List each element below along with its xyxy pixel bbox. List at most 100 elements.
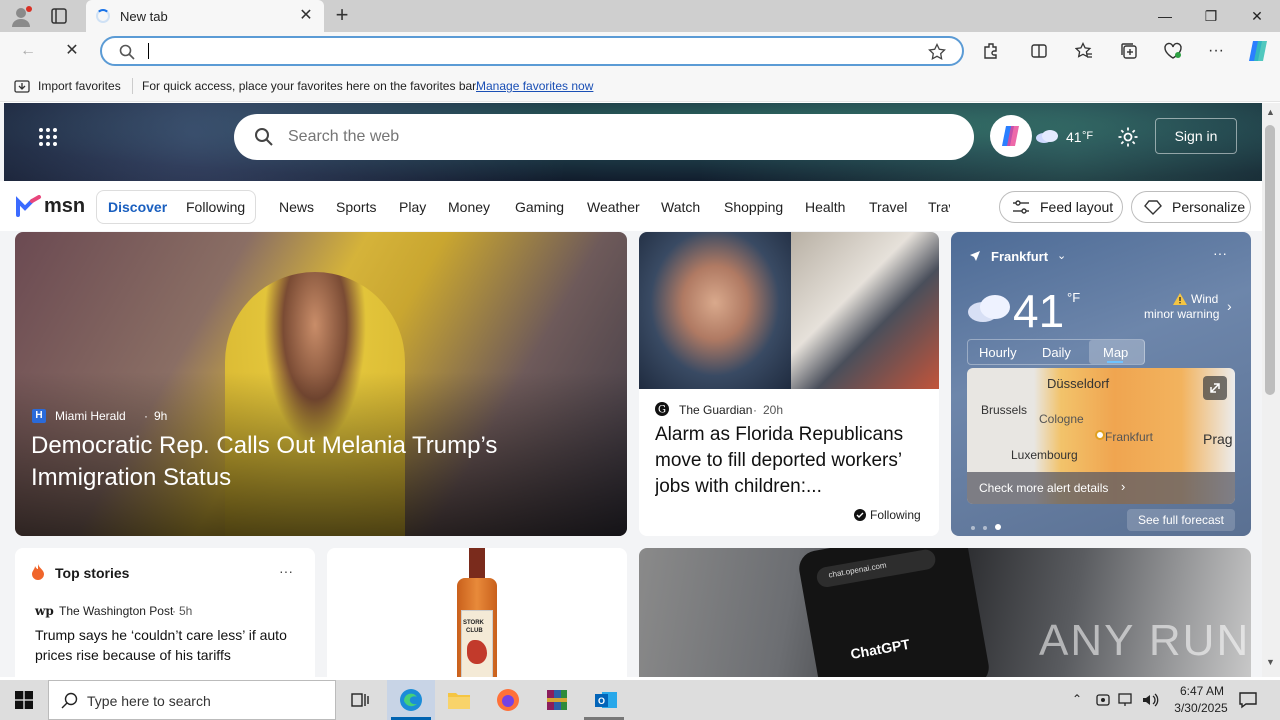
nav-play[interactable]: Play bbox=[399, 199, 426, 215]
file-explorer-icon[interactable] bbox=[447, 689, 471, 711]
nav-health[interactable]: Health bbox=[805, 199, 845, 215]
scroll-up-icon[interactable]: ▲ bbox=[1266, 107, 1275, 117]
weather-city[interactable]: Frankfurt bbox=[991, 249, 1048, 264]
chevron-down-icon[interactable]: ⌄ bbox=[1057, 249, 1066, 262]
feed-layout-button[interactable]: Feed layout bbox=[999, 191, 1123, 223]
browser-essentials-icon[interactable] bbox=[1163, 42, 1183, 60]
msn-search-input[interactable] bbox=[288, 127, 928, 147]
tab-discover[interactable]: Discover bbox=[108, 199, 167, 215]
weather-card[interactable]: Frankfurt ⌄ ··· 41 °F Wind minor warning… bbox=[951, 232, 1251, 536]
weather-alert-sub[interactable]: minor warning bbox=[1144, 307, 1219, 321]
header-weather-temp[interactable]: 41 bbox=[1066, 129, 1082, 145]
cloud-icon bbox=[968, 295, 1010, 322]
taskbar-edge-active[interactable] bbox=[387, 680, 435, 720]
nav-sports[interactable]: Sports bbox=[336, 199, 376, 215]
weather-tab-map[interactable]: Map bbox=[1103, 345, 1128, 360]
collections-icon[interactable] bbox=[1120, 42, 1138, 60]
manage-favorites-link[interactable]: Manage favorites now bbox=[476, 79, 593, 93]
new-tab-button[interactable]: + bbox=[330, 4, 354, 28]
guardian-headline[interactable]: Alarm as Florida Republicans move to fil… bbox=[655, 422, 927, 502]
clock-date[interactable]: 3/30/2025 bbox=[1166, 701, 1236, 715]
scroll-thumb[interactable] bbox=[1265, 125, 1275, 395]
nav-truncated[interactable]: Trav bbox=[928, 199, 950, 215]
following-label[interactable]: Following bbox=[870, 508, 921, 522]
import-icon bbox=[14, 80, 30, 93]
phone-chatgpt-label: ChatGPT bbox=[849, 635, 911, 662]
meet-icon[interactable] bbox=[1096, 692, 1110, 708]
notifications-icon[interactable] bbox=[1238, 690, 1258, 710]
profile-icon[interactable] bbox=[10, 6, 32, 28]
taskbar-search-placeholder: Type here to search bbox=[87, 693, 211, 709]
favorite-star-icon[interactable] bbox=[928, 43, 946, 61]
copilot-avatar-icon[interactable] bbox=[990, 115, 1032, 157]
guardian-article-card[interactable]: G The Guardian · 20h Alarm as Florida Re… bbox=[639, 232, 939, 536]
nav-gaming[interactable]: Gaming bbox=[515, 199, 564, 215]
more-options-icon[interactable]: ··· bbox=[279, 563, 293, 579]
chevron-right-icon[interactable]: › bbox=[1227, 298, 1232, 314]
tab-actions-icon[interactable] bbox=[50, 7, 68, 25]
chevron-up-icon[interactable]: ⌃ bbox=[1072, 692, 1082, 706]
map-alert-strip[interactable]: Check more alert details › bbox=[967, 472, 1235, 504]
hero-headline[interactable]: Democratic Rep. Calls Out Melania Trump’… bbox=[31, 430, 551, 494]
close-window-button[interactable]: ✕ bbox=[1234, 0, 1280, 32]
page-scrollbar[interactable]: ▲ ▼ bbox=[1262, 103, 1280, 677]
task-view-icon[interactable] bbox=[350, 690, 370, 710]
weather-map[interactable]: Düsseldorf Brussels Cologne Frankfurt Lu… bbox=[967, 368, 1235, 504]
personalize-button[interactable]: Personalize bbox=[1131, 191, 1251, 223]
address-input[interactable] bbox=[146, 42, 906, 60]
see-full-forecast-button[interactable]: See full forecast bbox=[1127, 509, 1235, 531]
copilot-icon[interactable] bbox=[1245, 39, 1271, 63]
firefox-icon[interactable] bbox=[496, 688, 520, 712]
top-story-headline[interactable]: Trump says he ‘couldn’t care less’ if au… bbox=[35, 625, 303, 665]
msn-search-box[interactable] bbox=[234, 114, 974, 160]
expand-map-button[interactable] bbox=[1203, 376, 1227, 400]
back-button[interactable]: ← bbox=[14, 38, 42, 64]
top-stories-card[interactable]: Top stories ··· wp The Washington Post ·… bbox=[15, 548, 315, 677]
volume-icon[interactable] bbox=[1141, 692, 1159, 708]
weather-tab-hourly[interactable]: Hourly bbox=[979, 345, 1017, 360]
top-stories-title[interactable]: Top stories bbox=[55, 565, 129, 581]
alert-details-link[interactable]: Check more alert details bbox=[979, 481, 1108, 495]
chatgpt-article-card[interactable]: chat.openai.com ChatGPT ANY RUN bbox=[639, 548, 1251, 677]
location-pin-icon bbox=[1095, 430, 1105, 440]
favorites-icon[interactable] bbox=[1075, 42, 1093, 60]
restore-button[interactable]: ❐ bbox=[1188, 0, 1234, 32]
taskbar-search-box[interactable]: Type here to search bbox=[48, 680, 336, 720]
clock-time[interactable]: 6:47 AM bbox=[1172, 684, 1232, 698]
split-screen-icon[interactable] bbox=[1030, 42, 1048, 60]
windows-start-icon[interactable] bbox=[15, 691, 33, 709]
nav-shopping[interactable]: Shopping bbox=[724, 199, 783, 215]
nav-news[interactable]: News bbox=[279, 199, 314, 215]
stop-loading-button[interactable]: ✕ bbox=[58, 38, 86, 64]
nav-weather[interactable]: Weather bbox=[587, 199, 640, 215]
sign-in-button[interactable]: Sign in bbox=[1155, 118, 1237, 154]
anyrun-watermark: ANY RUN bbox=[1039, 616, 1251, 665]
weather-tab-daily[interactable]: Daily bbox=[1042, 345, 1071, 360]
import-favorites-button[interactable]: Import favorites bbox=[38, 79, 121, 93]
outlook-icon[interactable]: O bbox=[594, 688, 618, 712]
settings-more-button[interactable]: ··· bbox=[1206, 38, 1226, 64]
minimize-button[interactable]: — bbox=[1142, 0, 1188, 32]
msn-nav-bar: msn Discover Following News Sports Play … bbox=[0, 181, 1262, 231]
apps-grid-icon[interactable] bbox=[38, 127, 58, 147]
nav-watch[interactable]: Watch bbox=[661, 199, 700, 215]
weather-alert-title[interactable]: Wind bbox=[1191, 292, 1218, 306]
extensions-icon[interactable] bbox=[982, 42, 1000, 60]
msn-logo-icon[interactable] bbox=[16, 195, 42, 217]
map-label-brussels: Brussels bbox=[981, 403, 1028, 417]
winrar-icon[interactable] bbox=[545, 688, 569, 712]
close-tab-button[interactable]: ✕ bbox=[296, 6, 316, 26]
scroll-down-icon[interactable]: ▼ bbox=[1266, 657, 1275, 667]
tab-new-tab[interactable]: New tab ✕ bbox=[86, 0, 324, 32]
address-bar[interactable] bbox=[100, 36, 964, 66]
msn-logo[interactable]: msn bbox=[44, 195, 85, 218]
hero-article-card[interactable]: H Miami Herald · 9h Democratic Rep. Call… bbox=[15, 232, 627, 536]
nav-money[interactable]: Money bbox=[448, 199, 490, 215]
product-card[interactable]: STORK CLUB bbox=[327, 548, 627, 677]
tab-following[interactable]: Following bbox=[186, 199, 245, 215]
nav-travel[interactable]: Travel bbox=[869, 199, 907, 215]
gear-icon[interactable] bbox=[1117, 126, 1139, 148]
network-icon[interactable] bbox=[1118, 692, 1134, 708]
chevron-right-icon: › bbox=[1121, 479, 1126, 494]
more-options-icon[interactable]: ··· bbox=[1213, 245, 1227, 261]
